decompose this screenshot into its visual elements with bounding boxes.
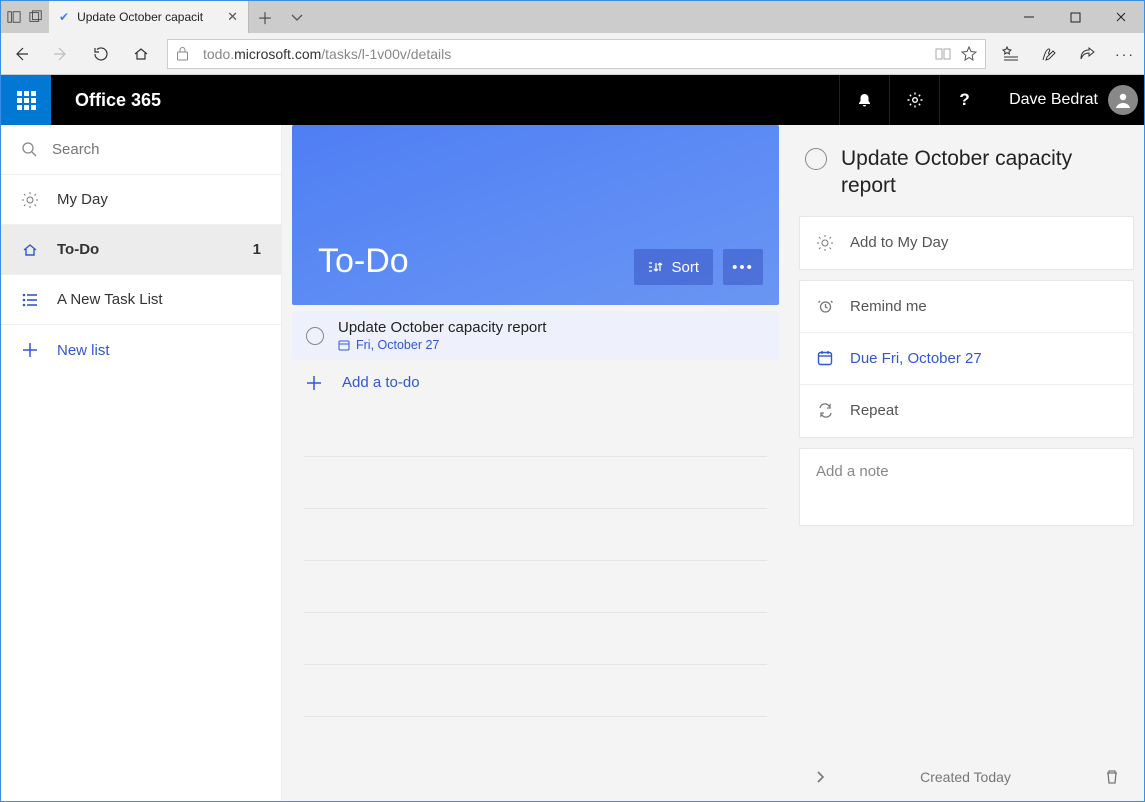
more-icon[interactable]: ··· (1106, 33, 1144, 75)
plus-icon (21, 342, 39, 358)
url-domain: microsoft.com (234, 46, 321, 62)
sun-icon (816, 234, 834, 252)
delete-task-button[interactable] (1104, 769, 1120, 785)
add-task-button[interactable]: Add a to-do (292, 360, 779, 405)
note-field[interactable]: Add a note (800, 449, 1133, 525)
tab-title: Update October capacit (77, 10, 219, 24)
url-prefix: todo. (203, 46, 234, 62)
calendar-icon (816, 350, 834, 366)
notifications-button[interactable] (839, 75, 889, 125)
complete-checkbox[interactable] (306, 327, 324, 345)
browser-tab[interactable]: ✔ Update October capacit ✕ (49, 1, 249, 33)
search-icon (21, 141, 38, 158)
app-launcher-button[interactable] (1, 75, 51, 125)
tab-close-icon[interactable]: ✕ (227, 9, 238, 25)
alarm-icon (816, 298, 834, 315)
created-label: Created Today (827, 769, 1104, 785)
search-box[interactable] (1, 125, 281, 175)
sidebar-item-label: My Day (57, 191, 108, 208)
user-menu[interactable]: Dave Bedrat (989, 85, 1144, 115)
sort-icon (648, 260, 663, 275)
share-icon[interactable] (1068, 33, 1106, 75)
add-task-label: Add a to-do (342, 374, 420, 391)
remind-me-button[interactable]: Remind me (800, 281, 1133, 333)
window-close-button[interactable] (1098, 1, 1144, 33)
tab-favicon-icon: ✔ (59, 10, 69, 24)
sidebar-item-my-day[interactable]: My Day (1, 175, 281, 225)
user-name: Dave Bedrat (1009, 91, 1098, 109)
url-path: /tasks/l-1v00v/details (321, 46, 451, 62)
repeat-button[interactable]: Repeat (800, 385, 1133, 437)
empty-row (304, 561, 767, 613)
task-row[interactable]: Update October capacity report Fri, Octo… (292, 311, 779, 360)
brand-label: Office 365 (51, 90, 161, 111)
task-title: Update October capacity report (338, 319, 546, 336)
notes-icon[interactable] (1030, 33, 1068, 75)
home-button[interactable] (121, 33, 161, 75)
o365-header: Office 365 ? Dave Bedrat (1, 75, 1144, 125)
sort-button[interactable]: Sort (634, 249, 713, 285)
sidebar-item-task-list[interactable]: A New Task List (1, 275, 281, 325)
address-bar[interactable]: todo.microsoft.com/tasks/l-1v00v/details (167, 39, 986, 69)
new-list-button[interactable]: New list (1, 325, 281, 375)
empty-row (304, 613, 767, 665)
sidebar-item-label: A New Task List (57, 291, 163, 308)
settings-button[interactable] (889, 75, 939, 125)
tabs-preview-icon[interactable] (29, 10, 43, 24)
note-placeholder: Add a note (816, 463, 889, 480)
favorites-list-icon[interactable] (992, 33, 1030, 75)
window-maximize-button[interactable] (1052, 1, 1098, 33)
detail-complete-checkbox[interactable] (805, 148, 827, 170)
add-to-my-day-label: Add to My Day (850, 234, 948, 251)
calendar-icon (338, 339, 350, 351)
window-minimize-button[interactable] (1006, 1, 1052, 33)
forward-button (41, 33, 81, 75)
sidebar-item-to-do[interactable]: To-Do 1 (1, 225, 281, 275)
new-list-label: New list (57, 342, 110, 359)
empty-row (304, 665, 767, 717)
sort-label: Sort (671, 259, 699, 276)
back-button[interactable] (1, 33, 41, 75)
list-icon (21, 291, 39, 309)
empty-row (304, 405, 767, 457)
main-panel: To-Do Sort ••• Update October capacity r… (282, 125, 789, 801)
new-tab-icon[interactable]: ＋ (249, 1, 281, 33)
browser-toolbar: todo.microsoft.com/tasks/l-1v00v/details… (1, 33, 1144, 75)
ellipsis-icon: ••• (732, 259, 754, 276)
task-due: Fri, October 27 (356, 338, 439, 352)
sidebar: My Day To-Do 1 A New Task List New list (1, 125, 282, 801)
window-titlebar: ✔ Update October capacit ✕ ＋ (1, 1, 1144, 33)
tabs-aside-icon[interactable] (7, 10, 21, 24)
plus-icon (306, 375, 322, 391)
sidebar-item-count: 1 (253, 241, 261, 258)
sidebar-item-label: To-Do (57, 241, 99, 258)
search-input[interactable] (52, 141, 261, 158)
help-button[interactable]: ? (939, 75, 989, 125)
due-date-label: Due Fri, October 27 (850, 350, 982, 367)
add-to-my-day-button[interactable]: Add to My Day (800, 217, 1133, 269)
list-header: To-Do Sort ••• (292, 125, 779, 305)
hide-detail-button[interactable] (813, 770, 827, 784)
empty-row (304, 509, 767, 561)
remind-me-label: Remind me (850, 298, 927, 315)
reading-view-icon[interactable] (935, 47, 951, 61)
favorite-icon[interactable] (961, 46, 977, 62)
lock-icon (176, 46, 189, 61)
list-options-button[interactable]: ••• (723, 249, 763, 285)
home-icon (21, 241, 39, 259)
avatar (1108, 85, 1138, 115)
empty-row (304, 457, 767, 509)
sun-icon (21, 191, 39, 209)
details-panel: Update October capacity report Add to My… (789, 125, 1144, 801)
detail-title[interactable]: Update October capacity report (841, 145, 1128, 200)
tabs-expand-icon[interactable] (281, 1, 313, 33)
refresh-button[interactable] (81, 33, 121, 75)
window-left-icons (1, 1, 49, 33)
repeat-label: Repeat (850, 402, 898, 419)
details-footer: Created Today (799, 753, 1134, 801)
due-date-button[interactable]: Due Fri, October 27 (800, 333, 1133, 385)
repeat-icon (816, 402, 834, 419)
list-title: To-Do (318, 242, 409, 281)
